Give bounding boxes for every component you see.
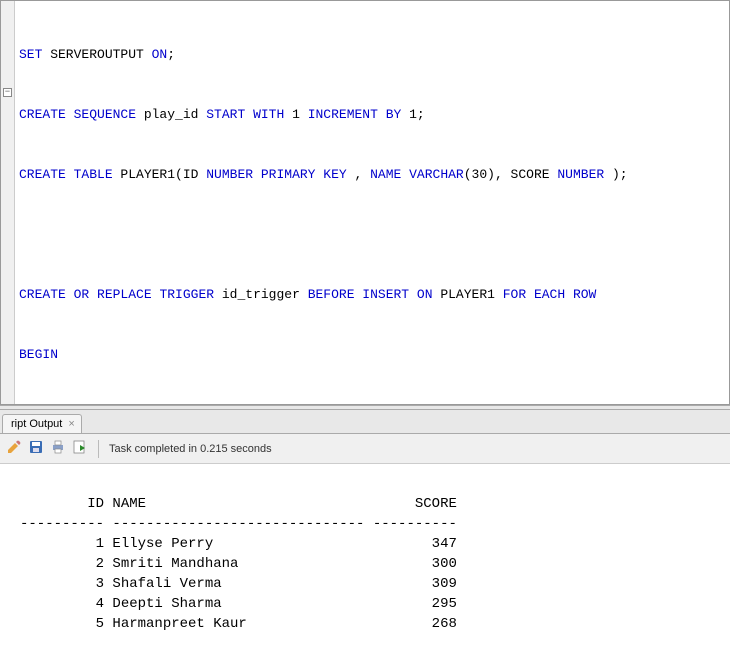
toolbar-separator xyxy=(98,440,99,458)
code-line: SET SERVEROUTPUT ON; xyxy=(19,45,729,65)
result-row: 3 Shafali Verma 309 xyxy=(20,576,457,592)
print-icon[interactable] xyxy=(50,439,66,458)
output-tab-strip: ript Output × xyxy=(0,410,730,434)
tab-script-output[interactable]: ript Output × xyxy=(2,414,82,433)
sql-editor-pane[interactable]: − SET SERVEROUTPUT ON; CREATE SEQUENCE p… xyxy=(0,0,730,405)
result-row: 1 Ellyse Perry 347 xyxy=(20,536,457,552)
result-row: 5 Harmanpreet Kaur 268 xyxy=(20,616,457,632)
tab-label: ript Output xyxy=(11,418,62,430)
code-line: BEGIN xyxy=(19,345,729,365)
close-icon[interactable]: × xyxy=(68,418,74,430)
save-icon[interactable] xyxy=(28,439,44,458)
result-row: 4 Deepti Sharma 295 xyxy=(20,596,457,612)
code-area[interactable]: SET SERVEROUTPUT ON; CREATE SEQUENCE pla… xyxy=(1,1,729,405)
editor-gutter: − xyxy=(1,1,15,404)
run-sheet-icon[interactable] xyxy=(72,439,88,458)
code-line: CREATE SEQUENCE play_id START WITH 1 INC… xyxy=(19,105,729,125)
result-header: ID NAME SCORE xyxy=(20,496,457,512)
pencil-icon[interactable] xyxy=(6,439,22,458)
code-line-blank xyxy=(19,225,729,245)
script-output-body[interactable]: ID NAME SCORE ---------- ---------------… xyxy=(0,464,730,644)
result-separator: ---------- -----------------------------… xyxy=(20,516,457,532)
code-line: CREATE TABLE PLAYER1(ID NUMBER PRIMARY K… xyxy=(19,165,729,185)
task-status-text: Task completed in 0.215 seconds xyxy=(109,443,272,455)
result-row: 2 Smriti Mandhana 300 xyxy=(20,556,457,572)
output-toolbar: Task completed in 0.215 seconds xyxy=(0,434,730,464)
fold-collapse-icon[interactable]: − xyxy=(3,88,12,97)
code-line: CREATE OR REPLACE TRIGGER id_trigger BEF… xyxy=(19,285,729,305)
